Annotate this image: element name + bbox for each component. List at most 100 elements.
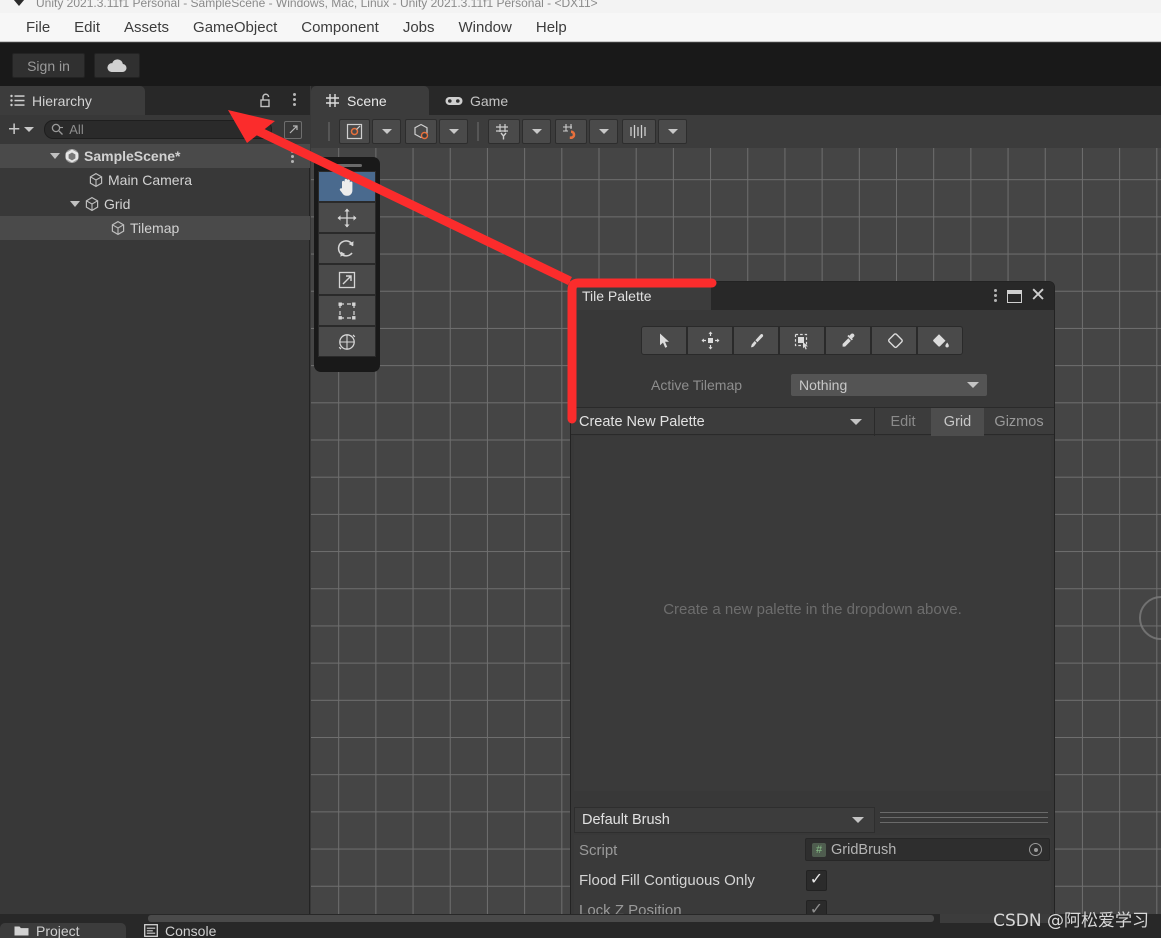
- brush-dropdown[interactable]: Default Brush: [574, 807, 875, 833]
- hierarchy-row-tilemap[interactable]: Tilemap: [0, 216, 310, 240]
- lock-open-icon[interactable]: [259, 93, 273, 108]
- move-arrows-icon: [701, 331, 719, 350]
- add-gameobject-button[interactable]: +: [8, 117, 35, 141]
- chevron-down-icon: [531, 129, 542, 134]
- rotate-tool[interactable]: [318, 233, 376, 264]
- grid-snap-magnet-icon[interactable]: [555, 119, 587, 144]
- tile-palette-toolbar: [641, 326, 963, 355]
- menu-item-assets[interactable]: Assets: [112, 17, 181, 38]
- hierarchy-search-bar: + All: [0, 115, 310, 144]
- script-object-field[interactable]: # GridBrush: [805, 838, 1050, 861]
- menu-item-component[interactable]: Component: [289, 17, 391, 38]
- tab-console-label: Console: [165, 922, 217, 938]
- maximize-icon[interactable]: [1007, 290, 1022, 303]
- hierarchy-row-main-camera[interactable]: Main Camera: [0, 168, 310, 192]
- flood-fill-checkbox[interactable]: ✓: [806, 869, 827, 891]
- expand-triangle-icon[interactable]: [50, 153, 60, 159]
- menu-item-edit[interactable]: Edit: [62, 17, 112, 38]
- pivot-mode-dropdown[interactable]: [372, 119, 401, 144]
- paint-brush-tool[interactable]: [733, 326, 779, 355]
- menu-item-window[interactable]: Window: [447, 17, 524, 38]
- chevron-down-icon: [967, 382, 979, 388]
- tab-hierarchy[interactable]: Hierarchy: [0, 86, 145, 115]
- tab-game[interactable]: Game: [431, 86, 535, 115]
- gameobject-cube-icon: [85, 196, 99, 212]
- box-fill-tool[interactable]: [779, 326, 825, 355]
- scene-tools-palette: [314, 157, 380, 372]
- tile-palette-menu-icon[interactable]: [994, 289, 997, 302]
- tab-game-label: Game: [470, 92, 509, 109]
- tab-scene[interactable]: Scene: [311, 86, 429, 115]
- paint-bucket-icon: [932, 333, 949, 347]
- grid-axis-dropdown[interactable]: [522, 119, 551, 144]
- scene-row-menu-icon[interactable]: [291, 150, 294, 163]
- select-tool[interactable]: [641, 326, 687, 355]
- hierarchy-row-samplescene[interactable]: SampleScene*: [0, 144, 310, 168]
- hand-tool[interactable]: [318, 171, 376, 202]
- scene-grid-icon: [326, 94, 339, 107]
- cursor-arrow-icon: [659, 333, 669, 348]
- palette-drag-handle[interactable]: [332, 164, 362, 167]
- palette-canvas[interactable]: Create a new palette in the dropdown abo…: [574, 436, 1051, 791]
- inspector-row-flood-fill: Flood Fill Contiguous Only ✓: [574, 865, 1051, 895]
- hierarchy-tree: SampleScene* Main Camera Grid Tilemap: [0, 144, 310, 914]
- hierarchy-list-icon: [10, 94, 25, 107]
- global-local-cube-icon[interactable]: [405, 119, 437, 144]
- plus-icon: +: [8, 117, 21, 141]
- eraser-tool[interactable]: [871, 326, 917, 355]
- grid-button[interactable]: Grid: [931, 408, 984, 436]
- snap-increment-icon[interactable]: [622, 119, 656, 144]
- menu-item-help[interactable]: Help: [524, 17, 579, 38]
- gizmos-button[interactable]: Gizmos: [984, 408, 1054, 436]
- tab-hierarchy-label: Hierarchy: [32, 92, 92, 109]
- chevron-down-icon: [448, 129, 459, 134]
- flood-fill-tool[interactable]: [917, 326, 963, 355]
- cloud-icon: [107, 58, 127, 72]
- scene-tab-bar: Scene Game: [311, 86, 1161, 115]
- hierarchy-row-label: SampleScene*: [84, 148, 181, 164]
- hierarchy-row-grid[interactable]: Grid: [0, 192, 310, 216]
- search-input[interactable]: All: [44, 120, 272, 139]
- chevron-down-icon: [667, 129, 678, 134]
- grid-snap-dropdown[interactable]: [589, 119, 618, 144]
- snap-increment-dropdown[interactable]: [658, 119, 687, 144]
- close-icon[interactable]: ✕: [1030, 286, 1046, 305]
- menu-item-gameobject[interactable]: GameObject: [181, 17, 289, 38]
- handle-space-dropdown[interactable]: [439, 119, 468, 144]
- active-tilemap-label: Active Tilemap: [651, 377, 743, 393]
- eraser-icon: [887, 332, 903, 348]
- picker-tool[interactable]: [825, 326, 871, 355]
- folder-icon: [14, 926, 29, 935]
- edit-button[interactable]: Edit: [875, 408, 931, 436]
- scene-orientation-gizmo-icon[interactable]: [1139, 596, 1161, 640]
- hierarchy-menu-icon[interactable]: [293, 93, 296, 106]
- flood-fill-label: Flood Fill Contiguous Only: [579, 871, 755, 889]
- sign-in-button[interactable]: Sign in: [12, 53, 85, 78]
- menu-item-jobs[interactable]: Jobs: [391, 17, 447, 38]
- palette-dropdown[interactable]: Create New Palette: [571, 408, 875, 436]
- palette-empty-message: Create a new palette in the dropdown abo…: [663, 601, 962, 618]
- hierarchy-row-label: Main Camera: [108, 172, 193, 188]
- move-arrows-icon: [337, 208, 357, 227]
- scrollbar-thumb[interactable]: [148, 915, 934, 922]
- expand-triangle-icon[interactable]: [70, 201, 80, 207]
- cloud-button[interactable]: [94, 53, 140, 78]
- tile-palette-title: Tile Palette: [582, 288, 652, 304]
- rect-tool[interactable]: [318, 295, 376, 326]
- move-tool[interactable]: [687, 326, 733, 355]
- tab-project[interactable]: Project: [0, 923, 126, 938]
- tab-console[interactable]: Console: [130, 923, 266, 938]
- object-picker-icon[interactable]: [1029, 843, 1042, 856]
- transform-tool[interactable]: [318, 326, 376, 357]
- pivot-center-icon[interactable]: [339, 119, 370, 144]
- open-external-icon[interactable]: [284, 120, 302, 139]
- tab-tile-palette[interactable]: Tile Palette: [571, 282, 711, 310]
- menu-item-file[interactable]: File: [14, 17, 62, 38]
- hierarchy-tab-bar: Hierarchy: [0, 86, 310, 115]
- active-tilemap-dropdown[interactable]: Nothing: [791, 374, 987, 396]
- inspector-row-script: Script # GridBrush: [574, 835, 1051, 865]
- move-tool[interactable]: [318, 202, 376, 233]
- scale-tool[interactable]: [318, 264, 376, 295]
- gameobject-cube-icon: [89, 172, 103, 188]
- grid-y-axis-icon[interactable]: [488, 119, 520, 144]
